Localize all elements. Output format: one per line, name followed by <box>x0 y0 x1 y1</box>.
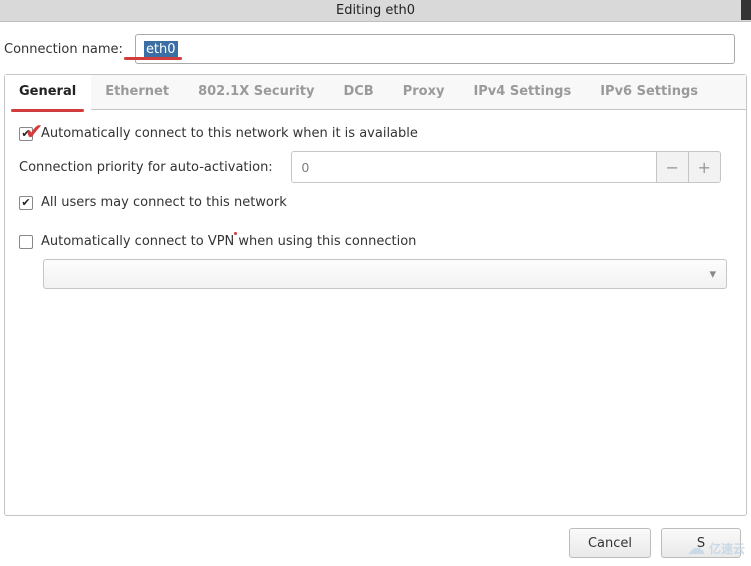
connection-name-label: Connection name: <box>4 42 123 57</box>
plus-icon: + <box>698 158 711 177</box>
priority-decrement-button[interactable]: − <box>656 152 688 182</box>
tab-ipv4-settings[interactable]: IPv4 Settings <box>459 75 586 109</box>
annotation-underline-name <box>124 57 182 60</box>
all-users-row: All users may connect to this network <box>19 195 732 210</box>
tab-proxy[interactable]: Proxy <box>389 75 460 109</box>
settings-notebook: General Ethernet 802.1X Security DCB Pro… <box>4 74 747 516</box>
all-users-label: All users may connect to this network <box>41 195 287 210</box>
cancel-button[interactable]: Cancel <box>569 528 651 558</box>
auto-connect-row: ✔ Automatically connect to this network … <box>19 126 732 141</box>
tab-8021x-security[interactable]: 802.1X Security <box>184 75 329 109</box>
window-title: Editing eth0 <box>0 0 751 22</box>
priority-label: Connection priority for auto-activation: <box>19 160 273 175</box>
dialog-footer: Cancel S <box>0 520 751 566</box>
scrollbar-stub <box>741 0 751 20</box>
auto-vpn-checkbox[interactable] <box>19 235 33 249</box>
priority-input[interactable] <box>292 152 656 182</box>
connection-name-row: Connection name: eth0 <box>0 22 751 74</box>
watermark-text: 亿速云 <box>709 540 745 557</box>
cloud-icon: ☁ <box>687 538 705 559</box>
window-title-text: Editing eth0 <box>336 3 415 18</box>
chevron-down-icon: ▾ <box>709 267 716 282</box>
connection-name-value: eth0 <box>144 41 178 58</box>
annotation-red-dot <box>234 232 237 235</box>
priority-row: Connection priority for auto-activation:… <box>19 151 732 183</box>
all-users-checkbox[interactable] <box>19 196 33 210</box>
vpn-selection-combo[interactable]: ▾ <box>43 259 727 289</box>
auto-vpn-row: Automatically connect to VPN when using … <box>19 234 732 249</box>
tab-general[interactable]: General <box>5 75 91 110</box>
tab-dcb[interactable]: DCB <box>329 75 388 109</box>
tab-strip: General Ethernet 802.1X Security DCB Pro… <box>5 75 746 110</box>
auto-connect-label: Automatically connect to this network wh… <box>41 126 418 141</box>
auto-connect-checkbox[interactable] <box>19 127 33 141</box>
tab-ethernet[interactable]: Ethernet <box>91 75 184 109</box>
priority-spinbutton: − + <box>291 151 721 183</box>
tab-page-general: ✔ Automatically connect to this network … <box>5 110 746 515</box>
priority-increment-button[interactable]: + <box>688 152 720 182</box>
tab-ipv6-settings[interactable]: IPv6 Settings <box>586 75 713 109</box>
minus-icon: − <box>666 158 679 177</box>
connection-name-input[interactable]: eth0 <box>135 34 735 64</box>
watermark: ☁ 亿速云 <box>687 538 745 559</box>
auto-vpn-label: Automatically connect to VPN when using … <box>41 234 416 249</box>
